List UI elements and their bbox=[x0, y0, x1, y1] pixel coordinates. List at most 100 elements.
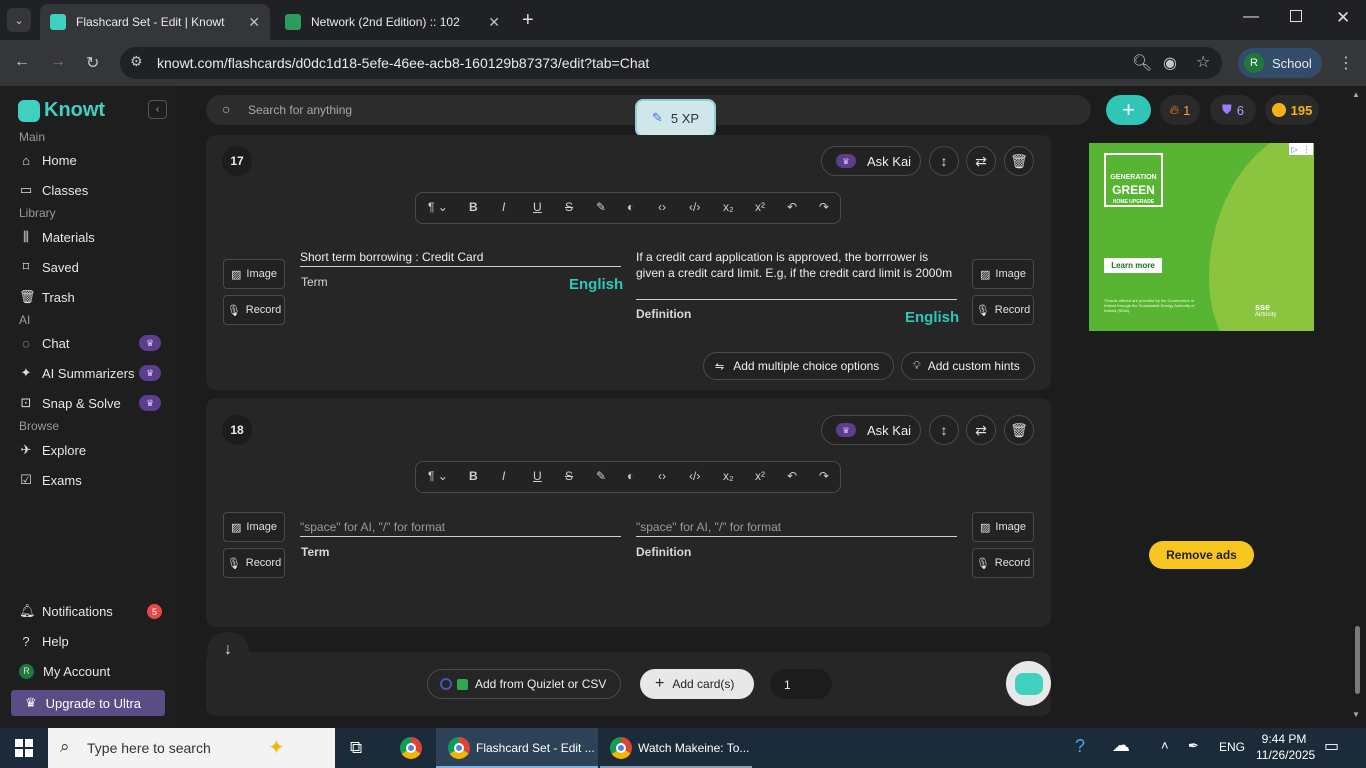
term-record-button[interactable]: 🎙︎ Record bbox=[223, 295, 285, 325]
bookmark-star-icon[interactable]: ☆ bbox=[1196, 52, 1210, 72]
scrollbar[interactable]: ▲ ▼ bbox=[1352, 90, 1362, 719]
underline-icon[interactable]: U bbox=[533, 469, 542, 483]
forward-icon[interactable]: → bbox=[50, 53, 66, 71]
minimize-icon[interactable]: — bbox=[1243, 8, 1259, 26]
sidebar-item-my-account[interactable]: R My Account bbox=[19, 660, 110, 682]
back-icon[interactable]: ← bbox=[14, 53, 30, 71]
scroll-up-icon[interactable]: ▲ bbox=[1352, 90, 1360, 99]
term-language-selector[interactable]: English bbox=[569, 276, 623, 293]
sidebar-item-ai-summarizers[interactable]: ✦ AI Summarizers bbox=[19, 362, 135, 384]
delete-icon[interactable]: 🗑︎ bbox=[1004, 146, 1034, 176]
address-bar[interactable]: ⚙ knowt.com/flashcards/d0dc1d18-5efe-46e… bbox=[120, 47, 1222, 79]
highlight-icon[interactable]: ✎ bbox=[596, 469, 606, 483]
sidebar-item-classes[interactable]: ▭ Classes bbox=[19, 179, 88, 201]
term-image-button[interactable]: ▨ Image bbox=[223, 512, 285, 542]
close-tab-icon[interactable]: ✕ bbox=[488, 14, 500, 31]
sidebar-item-snap-solve[interactable]: ⊡ Snap & Solve bbox=[19, 392, 121, 414]
ad-learn-more-button[interactable]: Learn more bbox=[1104, 258, 1162, 273]
sidebar-item-trash[interactable]: 🗑︎ Trash bbox=[19, 286, 75, 308]
definition-field[interactable]: If a credit card application is approved… bbox=[636, 249, 957, 300]
scroll-down-icon[interactable]: ▼ bbox=[1352, 710, 1360, 719]
paragraph-icon[interactable]: ¶ ⌄ bbox=[428, 200, 448, 214]
color-palette-icon[interactable]: ◐ bbox=[627, 469, 634, 483]
collapse-sidebar-icon[interactable]: ‹ bbox=[148, 100, 167, 119]
weather-icon[interactable]: ☁ bbox=[1112, 735, 1130, 756]
strikethrough-icon[interactable]: S bbox=[565, 200, 573, 214]
code-icon[interactable]: ‹› bbox=[658, 469, 666, 483]
italic-icon[interactable]: I bbox=[502, 200, 505, 214]
definition-image-button[interactable]: ▨ Image bbox=[972, 259, 1034, 289]
show-hidden-icons-chevron-icon[interactable]: ˄ bbox=[1161, 738, 1169, 753]
ask-kai-button[interactable]: ♛ Ask Kai bbox=[821, 415, 921, 445]
site-info-icon[interactable]: ⚙ bbox=[130, 53, 143, 70]
close-tab-icon[interactable]: ✕ bbox=[248, 14, 260, 31]
redo-icon[interactable]: ↷ bbox=[819, 469, 829, 483]
tab-search-chevron-icon[interactable]: ⌄ bbox=[7, 8, 31, 32]
subscript-icon[interactable]: x₂ bbox=[723, 200, 734, 214]
code-block-icon[interactable]: ‹/› bbox=[689, 200, 700, 214]
browser-tab-network[interactable]: Network (2nd Edition) :: 102 ✕ bbox=[275, 4, 510, 40]
coins-counter[interactable]: 195 bbox=[1265, 95, 1319, 125]
highlight-icon[interactable]: ✎ bbox=[596, 200, 606, 214]
restore-icon[interactable] bbox=[1290, 10, 1302, 22]
sidebar-item-explore[interactable]: ✈ Explore bbox=[19, 439, 87, 461]
undo-icon[interactable]: ↶ bbox=[787, 200, 797, 214]
input-language[interactable]: ENG bbox=[1219, 740, 1245, 754]
sidebar-item-chat[interactable]: ◌ Chat bbox=[19, 332, 69, 354]
windows-start-icon[interactable] bbox=[15, 739, 33, 757]
color-palette-icon[interactable]: ◐ bbox=[627, 200, 634, 214]
create-button[interactable]: + bbox=[1106, 95, 1151, 125]
close-window-icon[interactable]: ✕ bbox=[1336, 8, 1350, 28]
add-custom-hints-button[interactable]: 💡︎ Add custom hints bbox=[901, 352, 1035, 380]
adchoices-icon[interactable]: ▷ ⋮ bbox=[1289, 143, 1313, 155]
gems-counter[interactable]: ⛊ 6 bbox=[1210, 95, 1256, 125]
add-from-quizlet-button[interactable]: Add from Quizlet or CSV bbox=[427, 669, 621, 699]
undo-icon[interactable]: ↶ bbox=[787, 469, 797, 483]
sidebar-item-help[interactable]: ? Help bbox=[19, 630, 68, 652]
reload-icon[interactable]: ↻ bbox=[86, 53, 99, 73]
upgrade-to-ultra-button[interactable]: ♛ Upgrade to Ultra bbox=[11, 690, 165, 716]
term-record-button[interactable]: 🎙︎ Record bbox=[223, 548, 285, 578]
taskbar-search-input[interactable]: ⌕ Type here to search ✦ bbox=[48, 728, 335, 768]
swap-icon[interactable]: ⇄ bbox=[966, 415, 996, 445]
task-view-icon[interactable]: ⧉ bbox=[350, 738, 362, 758]
taskbar-chrome-pinned[interactable] bbox=[395, 728, 427, 768]
bold-icon[interactable]: B bbox=[469, 469, 478, 483]
paragraph-icon[interactable]: ¶ ⌄ bbox=[428, 469, 448, 483]
scroll-down-arrow-icon[interactable]: ↓ bbox=[207, 632, 249, 668]
tracking-icon[interactable]: ◉ bbox=[1163, 53, 1177, 73]
advertisement[interactable]: GENERATION GREEN HOME UPGRADE Learn more… bbox=[1089, 143, 1314, 331]
swap-icon[interactable]: ⇄ bbox=[966, 146, 996, 176]
definition-language-selector[interactable]: English bbox=[905, 309, 959, 326]
italic-icon[interactable]: I bbox=[502, 469, 505, 483]
scrollbar-thumb[interactable] bbox=[1355, 626, 1360, 694]
bold-icon[interactable]: B bbox=[469, 200, 478, 214]
add-multiple-choice-button[interactable]: ⇋ Add multiple choice options bbox=[703, 352, 894, 380]
sidebar-item-saved[interactable]: ⌑ Saved bbox=[19, 256, 79, 278]
card-count-input[interactable]: 1 bbox=[770, 669, 832, 699]
taskbar-app-watch[interactable]: Watch Makeine: To... bbox=[600, 728, 752, 768]
code-icon[interactable]: ‹› bbox=[658, 200, 666, 214]
term-field[interactable]: "space" for AI, "/" for format bbox=[300, 519, 621, 537]
taskbar-app-flashcard[interactable]: Flashcard Set - Edit ... bbox=[436, 728, 598, 768]
definition-field[interactable]: "space" for AI, "/" for format bbox=[636, 519, 957, 537]
definition-image-button[interactable]: ▨ Image bbox=[972, 512, 1034, 542]
definition-record-button[interactable]: 🎙︎ Record bbox=[972, 295, 1034, 325]
code-block-icon[interactable]: ‹/› bbox=[689, 469, 700, 483]
ask-kai-button[interactable]: ♛ Ask Kai bbox=[821, 146, 921, 176]
browser-menu-icon[interactable]: ⋮ bbox=[1338, 53, 1354, 73]
redo-icon[interactable]: ↷ bbox=[819, 200, 829, 214]
delete-icon[interactable]: 🗑︎ bbox=[1004, 415, 1034, 445]
reorder-icon[interactable]: ↕ bbox=[929, 415, 959, 445]
subscript-icon[interactable]: x₂ bbox=[723, 469, 734, 483]
definition-record-button[interactable]: 🎙︎ Record bbox=[972, 548, 1034, 578]
streak-counter[interactable]: 🔥︎ 1 bbox=[1160, 95, 1200, 125]
remove-ads-button[interactable]: Remove ads bbox=[1149, 541, 1254, 569]
sidebar-item-home[interactable]: ⌂ Home bbox=[19, 149, 77, 171]
sidebar-item-notifications[interactable]: 🔔︎ Notifications bbox=[19, 600, 113, 622]
term-image-button[interactable]: ▨ Image bbox=[223, 259, 285, 289]
pen-icon[interactable]: ✒ bbox=[1188, 738, 1199, 754]
help-tray-icon[interactable]: ? bbox=[1075, 736, 1085, 757]
superscript-icon[interactable]: x² bbox=[755, 200, 765, 214]
strikethrough-icon[interactable]: S bbox=[565, 469, 573, 483]
